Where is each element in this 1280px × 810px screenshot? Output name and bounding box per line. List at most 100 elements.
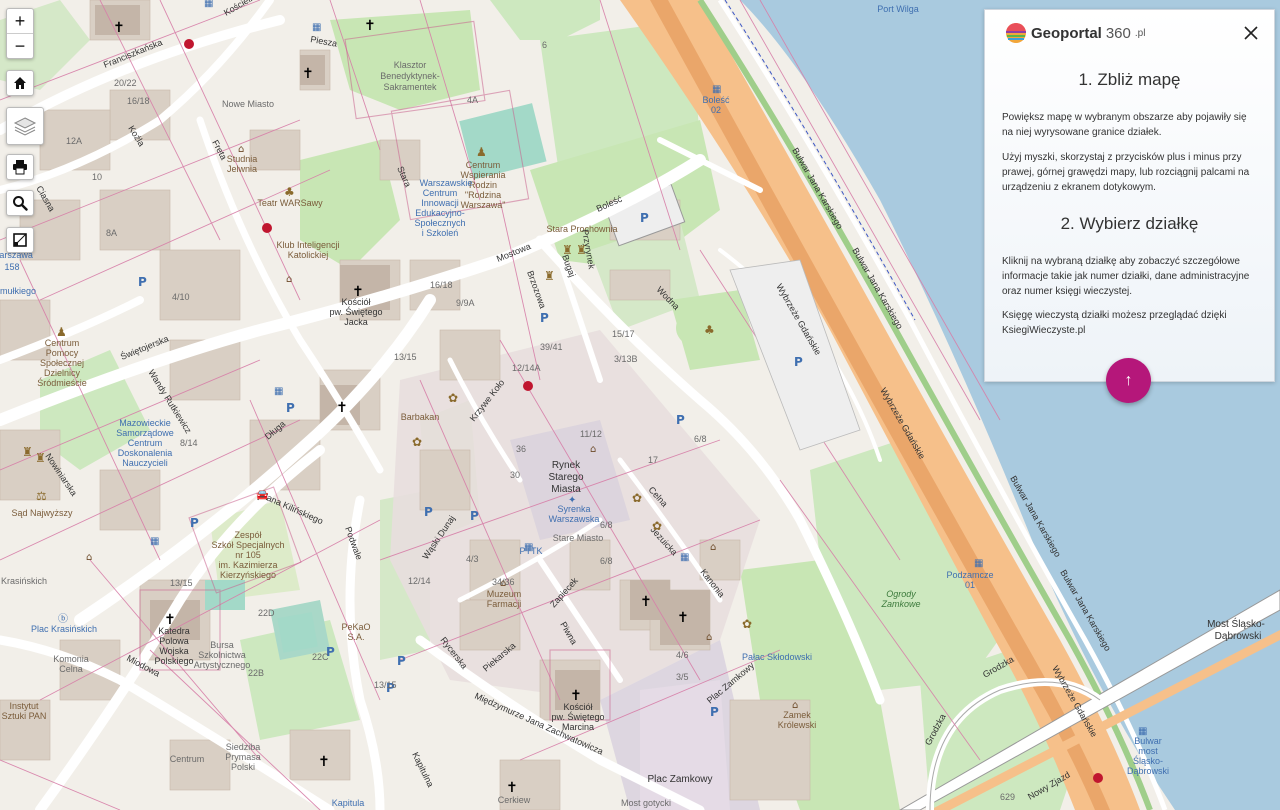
label-siedziba-2: Prymasa: [225, 752, 261, 762]
step2-text-2: Księgę wieczystą działki możesz przegląd…: [1002, 310, 1227, 336]
label-mscdn-5: Nauczycieli: [122, 458, 168, 468]
info-icon: ▦: [524, 542, 533, 553]
label-bolesc-stop-1: Boleść: [702, 95, 730, 105]
label-pekao-2: S.A.: [347, 632, 364, 642]
label-siedziba-1: Siedziba: [226, 742, 261, 752]
church-icon: ✝: [336, 400, 348, 416]
layers-icon: [7, 108, 43, 144]
svg-text:15/17: 15/17: [612, 329, 635, 339]
label-instytut-2: Sztuki PAN: [2, 711, 47, 721]
label-plac-krasinskich: Plac Krasińskich: [31, 624, 97, 634]
label-cps-1: Centrum: [45, 338, 80, 348]
theatre-icon: ♣: [284, 185, 295, 199]
label-wcies-1: Warszawskie: [420, 178, 473, 188]
fountain-icon: ✦: [568, 495, 576, 506]
church-icon: ✝: [570, 688, 582, 704]
artwork-icon: ✿: [448, 391, 458, 405]
artwork-icon: ✿: [742, 617, 752, 631]
monument-icon: ♜: [576, 243, 587, 257]
svg-text:36: 36: [516, 444, 526, 454]
museum-icon: ⌂: [286, 274, 292, 285]
label-bolesc-stop-2: 02: [711, 105, 721, 115]
measure-button[interactable]: [6, 227, 34, 253]
label-katedra-3: Wojska: [159, 646, 188, 656]
label-palac: Pałac Skłodowski: [742, 652, 812, 662]
zoom-out-button[interactable]: −: [7, 33, 33, 58]
print-button[interactable]: [6, 154, 34, 180]
label-rynek-1: Rynek: [552, 460, 581, 471]
zoom-in-button[interactable]: +: [7, 9, 33, 33]
svg-text:4A: 4A: [467, 95, 478, 105]
parking-icon: P: [470, 509, 479, 523]
svg-text:22B: 22B: [248, 668, 264, 678]
court-icon: ⚖: [36, 489, 47, 503]
close-button[interactable]: [1242, 24, 1260, 42]
pharmacy-icon: [523, 381, 533, 391]
collapse-panel-button[interactable]: ↑: [1106, 358, 1151, 403]
svg-text:9/9A: 9/9A: [456, 298, 475, 308]
label-komonia-1: Komonia: [53, 654, 89, 664]
label-cps-2: Pomocy: [46, 348, 79, 358]
label-pekao-1: PeKaO: [341, 622, 370, 632]
label-w158-3: Gomułkiego: [0, 286, 36, 296]
parking-icon: P: [540, 311, 549, 325]
layers-button[interactable]: [6, 107, 44, 145]
svg-text:17: 17: [648, 455, 658, 465]
label-nowe-miasto: Nowe Miasto: [222, 99, 274, 109]
label-port: Port Wilga: [877, 4, 919, 14]
label-zamek-1: Zamek: [783, 710, 811, 720]
label-kosciol-jacka-2: pw. Świętego: [329, 306, 382, 317]
svg-text:10: 10: [92, 172, 102, 182]
parking-icon: P: [424, 505, 433, 519]
monument-icon: ♜: [544, 269, 555, 283]
church-icon: ✝: [164, 612, 176, 628]
pharmacy-icon: [262, 223, 272, 233]
label-rynek-2: Starego: [548, 472, 583, 483]
label-cps-3: Społecznej: [40, 358, 84, 368]
parking-icon: P: [190, 516, 199, 530]
close-icon: [1244, 26, 1258, 40]
svg-text:13/15: 13/15: [170, 578, 193, 588]
label-mscdn-1: Mazowieckie: [119, 418, 171, 428]
arrow-up-icon: ↑: [1124, 371, 1133, 389]
svg-text:12A: 12A: [66, 136, 82, 146]
home-button[interactable]: [6, 70, 34, 96]
bus-stop-icon: ▦: [150, 536, 159, 547]
parking-icon: P: [397, 654, 406, 668]
printer-icon: [7, 155, 33, 179]
label-bulwar-most-4: Dąbrowski: [1127, 766, 1169, 776]
svg-text:629: 629: [1000, 792, 1015, 802]
label-centrum-wsparcia-5: Warszawa": [461, 200, 506, 210]
svg-text:6: 6: [542, 40, 547, 50]
label-klasztor-2: Benedyktynek-: [380, 71, 440, 81]
search-button[interactable]: [6, 190, 34, 216]
museum-icon: ⌂: [710, 542, 716, 553]
svg-text:6/8: 6/8: [600, 520, 613, 530]
label-zespol-5: Kierzyńskiego: [220, 570, 276, 580]
info-panel: Geoportal 360 .pl 1. Zbliż mapę Powiększ…: [984, 9, 1275, 382]
label-klub-2: Katolickiej: [288, 250, 329, 260]
step1-title: 1. Zbliż mapę: [1078, 70, 1181, 89]
label-centrum-wsparcia-4: "Rodzina: [465, 190, 501, 200]
svg-text:12/14: 12/14: [408, 576, 431, 586]
label-podzamcze-2: 01: [965, 580, 975, 590]
label-zamek-2: Królewski: [778, 720, 817, 730]
label-zespol-2: Szkół Specjalnych: [211, 540, 284, 550]
label-bursa-2: Szkolnictwa: [198, 650, 246, 660]
svg-text:12/14A: 12/14A: [512, 363, 541, 373]
label-klub-1: Klub Inteligencji: [276, 240, 339, 250]
artwork-icon: ✿: [632, 491, 642, 505]
label-podzamcze-1: Podzamcze: [946, 570, 993, 580]
label-wcies-3: Innowacji: [421, 198, 459, 208]
svg-text:6/8: 6/8: [694, 434, 707, 444]
label-centrum-lut-1: Centrum: [170, 754, 205, 764]
brand-logo[interactable]: Geoportal 360 .pl: [1005, 22, 1145, 44]
svg-text:8/14: 8/14: [180, 438, 198, 448]
pharmacy-icon: [184, 39, 194, 49]
pharmacy-icon: [1093, 773, 1103, 783]
brand-suffix: .pl: [1134, 27, 1146, 39]
label-klasztor-3: Sakramentek: [383, 82, 437, 92]
label-klasztor-1: Klasztor: [394, 60, 427, 70]
svg-text:22C: 22C: [312, 652, 329, 662]
museum-icon: ⌂: [238, 144, 244, 155]
